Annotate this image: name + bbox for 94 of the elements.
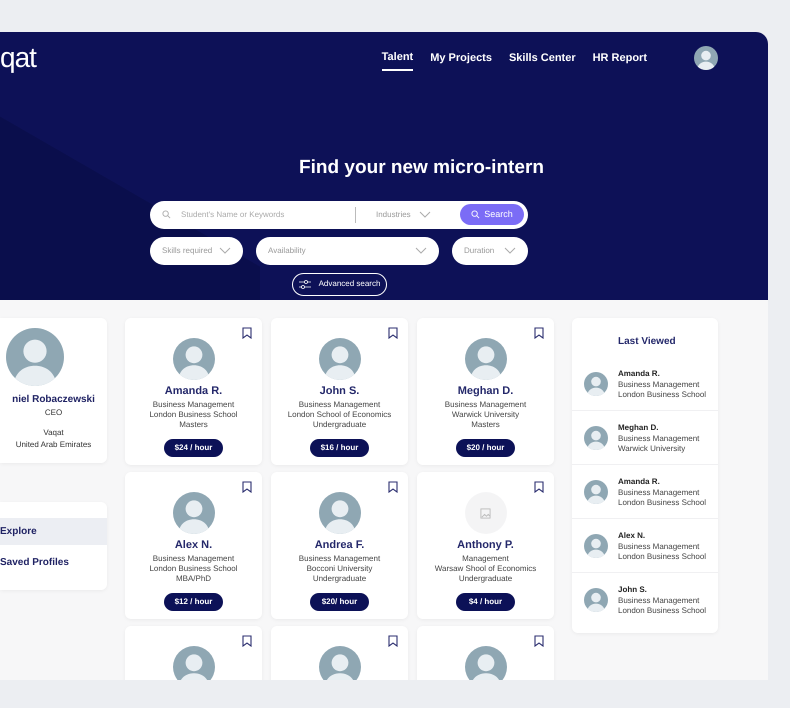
bookmark-icon[interactable] — [242, 635, 252, 647]
profile-role: CEO — [44, 407, 64, 419]
panel-title: Last Viewed — [617, 335, 677, 349]
profile-country: United Arab Emirates — [14, 439, 92, 451]
candidate-name: Meghan D. — [456, 384, 514, 399]
candidate-school: London Business School — [148, 564, 239, 574]
recent-profile[interactable]: John S. Business Management London Business School — [572, 573, 718, 627]
recent-name: John S. — [618, 584, 648, 596]
bookmark-icon[interactable] — [534, 481, 544, 493]
chevron-down-icon — [504, 247, 516, 254]
recent-school: London Business School — [618, 552, 706, 562]
recent-name: Alex N. — [618, 530, 646, 542]
recent-field: Business Management — [618, 542, 706, 552]
profile-name: niel Robaczewski — [11, 393, 96, 407]
chevron-down-icon — [219, 247, 231, 254]
recent-school: London Business School — [618, 390, 706, 400]
candidate-degree: Undergraduate — [312, 420, 368, 430]
menu-item[interactable]: Saved Profiles — [0, 549, 107, 576]
recent-name: Amanda R. — [618, 476, 661, 488]
candidate-name: Alex N. — [174, 538, 214, 553]
candidate-degree: MBA/PhD — [174, 574, 212, 584]
search-icon — [162, 210, 171, 219]
candidate-card[interactable]: John S. Business Management London School of Economics Undergraduate $16 / hour — [271, 318, 408, 465]
advanced-search-button[interactable]: Advanced search — [292, 272, 387, 296]
recent-profile[interactable]: Amanda R. Business Management London Business School — [572, 465, 718, 519]
candidate-school: London Business School — [148, 410, 239, 420]
candidate-card[interactable]: Amanda R. Business Management London Business School Masters $24 / hour — [125, 318, 262, 465]
search-icon — [471, 210, 480, 219]
nav-tab[interactable]: Skills Center — [508, 46, 576, 70]
rate-pill: $12 / hour — [164, 592, 223, 610]
recent-profile[interactable]: Meghan D. Business Management Warwick University — [572, 411, 718, 465]
hero-title: Find your new micro-intern — [298, 156, 545, 180]
chevron-down-icon — [415, 247, 427, 254]
chevron-down-icon — [418, 211, 431, 218]
rate-pill: $20 / hour — [456, 438, 515, 456]
recent-field: Business Management — [618, 434, 700, 444]
candidate-school: Warwick University — [450, 410, 520, 420]
image-icon — [480, 508, 491, 518]
candidate-card[interactable]: Alex N. Business Management London Business School MBA/PhD $12 / hour — [125, 472, 262, 619]
candidate-card[interactable]: Anthony P. Management Warsaw Shool of Economics Undergraduate $4 / hour — [417, 472, 554, 619]
profile-company: Vaqat — [42, 427, 65, 439]
candidate-degree: Undergraduate — [458, 574, 514, 584]
bookmark-icon[interactable] — [534, 635, 544, 647]
rate-pill: $20/ hour — [310, 592, 369, 610]
avatar-silhouette — [584, 534, 608, 558]
candidate-name: John S. — [318, 384, 360, 399]
sliders-icon — [298, 280, 311, 288]
rate-pill: $16 / hour — [310, 438, 369, 456]
recent-name: Amanda R. — [618, 368, 661, 380]
candidate-name: Amanda R. — [164, 384, 224, 399]
recent-profile[interactable]: Alex N. Business Management London Business School — [572, 519, 718, 573]
candidate-field: Business Management — [417, 400, 554, 410]
recent-school: London Business School — [618, 498, 706, 508]
recent-profile[interactable]: Amanda R. Business Management London Business School — [572, 357, 718, 411]
bookmark-icon[interactable] — [388, 635, 398, 647]
candidate-name: Anthony P. — [456, 538, 515, 553]
candidate-school: London School of Economics — [286, 410, 392, 420]
candidate-degree: Undergraduate — [312, 574, 368, 584]
menu-item[interactable]: Explore — [0, 518, 107, 545]
recent-school: London Business School — [618, 606, 706, 616]
bookmark-icon[interactable] — [534, 327, 544, 339]
candidate-card[interactable]: Meghan D. Business Management Warwick University Masters $20 / hour — [417, 318, 554, 465]
bookmark-icon[interactable] — [242, 481, 252, 493]
candidate-school: Bocconi University — [306, 564, 374, 574]
candidate-field: Business Management — [125, 400, 262, 410]
recent-field: Business Management — [618, 380, 706, 390]
logo[interactable]: qat — [0, 44, 36, 72]
user-avatar[interactable] — [694, 46, 718, 70]
candidate-field: Business Management — [125, 554, 262, 564]
rate-pill: $24 / hour — [164, 438, 223, 456]
avatar-silhouette — [584, 372, 608, 396]
avatar-silhouette — [584, 480, 608, 504]
search-button[interactable]: Search — [460, 204, 524, 225]
recent-school: Warwick University — [618, 444, 686, 454]
candidate-field: Business Management — [271, 554, 408, 564]
candidate-field: Management — [417, 554, 554, 564]
candidate-field: Business Management — [271, 400, 408, 410]
candidate-degree: Masters — [178, 420, 209, 430]
bookmark-icon[interactable] — [388, 481, 398, 493]
candidate-degree: Masters — [470, 420, 501, 430]
candidate-card[interactable]: Andrea F. Business Management Bocconi University Undergraduate $20/ hour — [271, 472, 408, 619]
nav-tab[interactable]: My Projects — [430, 46, 492, 70]
avatar-silhouette — [584, 426, 608, 450]
rate-pill: $4 / hour — [456, 592, 515, 610]
nav-tab[interactable]: HR Report — [592, 46, 647, 70]
bookmark-icon[interactable] — [242, 327, 252, 339]
recent-field: Business Management — [618, 596, 706, 606]
nav-tab[interactable]: Talent — [382, 44, 414, 72]
candidate-name: Andrea F. — [314, 538, 366, 553]
recent-name: Meghan D. — [618, 422, 660, 434]
candidate-school: Warsaw Shool of Economics — [434, 564, 538, 574]
avatar-silhouette — [584, 588, 608, 612]
bookmark-icon[interactable] — [388, 327, 398, 339]
recent-field: Business Management — [618, 488, 706, 498]
